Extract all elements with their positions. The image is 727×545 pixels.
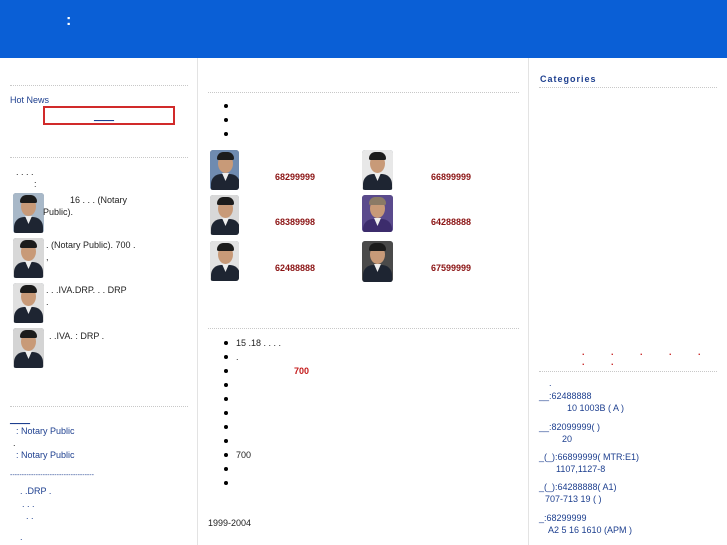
office-phone[interactable]: _(_):66899999( MTR:E1) [539,452,639,462]
bio-text: . . .IVA.DRP. . . DRP [46,285,127,295]
divider [208,92,519,93]
office-address: A2 5 16 1610 (APM ) [548,525,633,535]
list-item: 700 [224,448,309,462]
dot-text: . [549,378,552,388]
dot-text: . [13,438,16,448]
contact-photo[interactable] [362,195,393,232]
categories-title: Categories [540,74,597,84]
contact-phone[interactable]: 66899999 [431,172,471,182]
office-phone[interactable]: __:82099999( ) [539,422,600,432]
colon-text: : [34,179,37,189]
contact-photo[interactable] [210,241,239,281]
office-phone[interactable]: _:68299999 [539,513,587,523]
right-sidebar: Categories . . . . . . . . __:62488888 1… [529,58,727,545]
office-address: 20 [562,434,573,444]
divider [539,371,717,372]
lawyer-avatar [13,193,44,233]
top-bullet-list [224,99,236,141]
contact-phone[interactable]: 64288888 [431,217,471,227]
contact-photo[interactable] [210,150,239,190]
divider [208,328,519,329]
list-item [224,99,236,113]
notary-text: : Notary Public [16,450,75,460]
lawyer-avatar [13,283,44,323]
news-list: 15 .18 . . . . . 700 700 [224,336,309,490]
bio-text: 16 . . . (Notary [70,195,128,205]
section-link[interactable]: ____ [10,414,30,424]
main-content: 68299999 66899999 68389998 64288888 6248… [198,58,529,545]
divider [10,406,188,407]
divider [10,157,188,158]
copyright-years: 1999-2004 [208,518,252,528]
hot-news-link[interactable]: ____ [94,111,114,121]
dot-text: . [20,532,23,542]
red-dots: . . . . . . . [582,347,713,367]
list-item [224,420,309,434]
hot-news-box[interactable]: ____ [43,106,175,125]
office-address: 10 1003B ( A ) [567,403,625,413]
office-address: 707-713 19 ( ) [545,494,602,504]
bio-text: . (Notary Public). 700 . [46,240,136,250]
left-sidebar: Hot News ____ . . . . : 16 . . . (Notary… [0,58,198,545]
lawyer-avatar [13,328,44,368]
list-item [224,113,236,127]
contact-phone[interactable]: 62488888 [275,263,315,273]
dots-text: . . . . [16,167,34,177]
hot-news-label: Hot News [10,95,50,105]
bio-text: . .IVA. : DRP . [49,331,105,341]
notary-text: : Notary Public [16,426,75,436]
list-item [224,462,309,476]
lawyer-avatar [13,238,44,278]
list-item [224,476,309,490]
office-phone[interactable]: _(_):64288888( A1) [539,482,617,492]
dash-separator: ------------------------------------ [10,472,94,479]
drp-text: . .DRP . [20,486,52,496]
list-item [224,434,309,448]
contact-photo[interactable] [362,241,393,282]
dots-text: . . . [22,499,35,509]
office-phone[interactable]: __:62488888 [539,391,592,401]
bio-text: Public). [43,207,74,217]
bio-text: , [46,252,49,262]
site-title: : [66,12,72,29]
dots-text: . . [26,511,34,521]
divider [539,87,717,88]
list-item [224,127,236,141]
contact-phone[interactable]: 67599999 [431,263,471,273]
list-item [224,378,309,392]
list-item [224,392,309,406]
list-item: 700 [224,364,309,378]
list-item: 15 .18 . . . . [224,336,309,350]
list-item: . [224,350,309,364]
contact-photo[interactable] [210,195,239,235]
divider [10,85,188,86]
contact-phone[interactable]: 68299999 [275,172,315,182]
bio-text: . [46,297,49,307]
office-address: 1107,1127-8 [556,464,606,474]
contact-phone[interactable]: 68389998 [275,217,315,227]
header-banner: : [0,0,727,58]
contact-photo[interactable] [362,150,393,190]
list-item [224,406,309,420]
